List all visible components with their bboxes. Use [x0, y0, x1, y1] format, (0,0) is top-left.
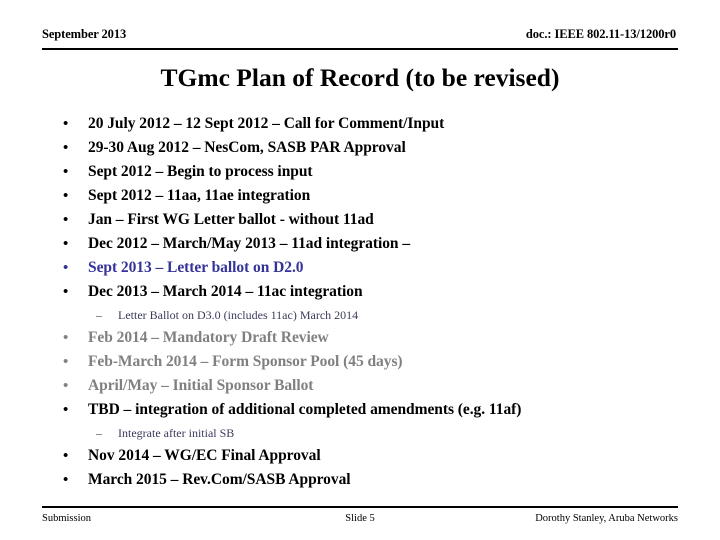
- bullet-text: 20 July 2012 – 12 Sept 2012 – Call for C…: [88, 115, 445, 132]
- bullet-item: • 20 July 2012 – 12 Sept 2012 – Call for …: [42, 112, 690, 136]
- bullet-item: • Dec 2012 – March/May 2013 – 11ad integr…: [42, 232, 690, 256]
- bullet-text: Sept 2012 – 11aa, 11ae integration: [88, 187, 311, 204]
- bullet-item: • Sept 2012 – 11aa, 11ae integration: [42, 184, 690, 208]
- bullet-item: • Dec 2013 – March 2014 – 11ac integratio…: [42, 280, 690, 304]
- slide-header: September 2013 doc.: IEEE 802.11-13/1200…: [42, 26, 678, 50]
- header-date: September 2013: [42, 27, 127, 41]
- bullet-text: 29-30 Aug 2012 – NesCom, SASB PAR Approv…: [88, 139, 406, 156]
- dot-bullet-icon: •: [63, 448, 69, 464]
- sub-bullet-item: – Integrate after initial SB: [42, 422, 690, 444]
- dash-bullet-icon: –: [96, 426, 102, 440]
- dot-bullet-icon: •: [63, 402, 69, 418]
- dot-bullet-icon: •: [63, 236, 69, 252]
- sub-bullet-item: – Letter Ballot on D3.0 (includes 11ac) M…: [42, 304, 690, 326]
- bullet-text: Sept 2013 – Letter ballot on D2.0: [88, 259, 304, 276]
- page-title: TGmc Plan of Record (to be revised): [160, 63, 560, 92]
- bullet-text: Sept 2012 – Begin to process input: [88, 163, 313, 180]
- bullet-text: Nov 2014 – WG/EC Final Approval: [88, 447, 321, 464]
- bullet-text: March 2015 – Rev.Com/SASB Approval: [88, 471, 351, 488]
- bullet-item: • TBD – integration of additional complet…: [42, 398, 690, 422]
- dot-bullet-icon: •: [63, 284, 69, 300]
- header-document-id: doc.: IEEE 802.11-13/1200r0: [525, 27, 676, 41]
- bullet-text: Feb 2014 – Mandatory Draft Review: [88, 329, 329, 346]
- bullet-item: • Feb-March 2014 – Form Sponsor Pool (45 …: [42, 350, 690, 374]
- slide-footer: Submission Slide 5 Dorothy Stanley, Arub…: [42, 506, 678, 526]
- bullet-list: • 20 July 2012 – 12 Sept 2012 – Call for …: [42, 112, 690, 492]
- bullet-item: • March 2015 – Rev.Com/SASB Approval: [42, 468, 690, 492]
- dot-bullet-icon: •: [63, 378, 69, 394]
- dot-bullet-icon: •: [63, 472, 69, 488]
- dot-bullet-icon: •: [63, 188, 69, 204]
- dot-bullet-icon: •: [63, 354, 69, 370]
- bullet-item: • Sept 2013 – Letter ballot on D2.0: [42, 256, 690, 280]
- dot-bullet-icon: •: [63, 116, 69, 132]
- bullet-text: TBD – integration of additional complete…: [88, 401, 522, 418]
- dot-bullet-icon: •: [63, 330, 69, 346]
- bullet-item: • Sept 2012 – Begin to process input: [42, 160, 690, 184]
- bullet-item: • Jan – First WG Letter ballot - without …: [42, 208, 690, 232]
- dot-bullet-icon: •: [63, 140, 69, 156]
- bullet-text: Jan – First WG Letter ballot - without 1…: [88, 211, 374, 228]
- dash-bullet-icon: –: [96, 308, 102, 322]
- footer-author: Dorothy Stanley, Aruba Networks: [535, 513, 678, 524]
- bullet-item: • Feb 2014 – Mandatory Draft Review: [42, 326, 690, 350]
- footer-submission-label: Submission: [42, 513, 92, 524]
- dot-bullet-icon: •: [63, 212, 69, 228]
- bullet-item: • Nov 2014 – WG/EC Final Approval: [42, 444, 690, 468]
- bullet-item: • 29-30 Aug 2012 – NesCom, SASB PAR Appro…: [42, 136, 690, 160]
- bullet-text: Letter Ballot on D3.0 (includes 11ac) Ma…: [118, 308, 359, 322]
- bullet-text: April/May – Initial Sponsor Ballot: [88, 377, 314, 394]
- bullet-text: Dec 2012 – March/May 2013 – 11ad integra…: [88, 235, 411, 252]
- bullet-text: Dec 2013 – March 2014 – 11ac integration: [88, 283, 363, 300]
- presentation-slide: September 2013 doc.: IEEE 802.11-13/1200…: [0, 0, 720, 540]
- bullet-text: Feb-March 2014 – Form Sponsor Pool (45 d…: [88, 353, 403, 370]
- dot-bullet-icon: •: [63, 164, 69, 180]
- dot-bullet-icon: •: [63, 260, 69, 276]
- bullet-text: Integrate after initial SB: [118, 426, 235, 440]
- bullet-item: • April/May – Initial Sponsor Ballot: [42, 374, 690, 398]
